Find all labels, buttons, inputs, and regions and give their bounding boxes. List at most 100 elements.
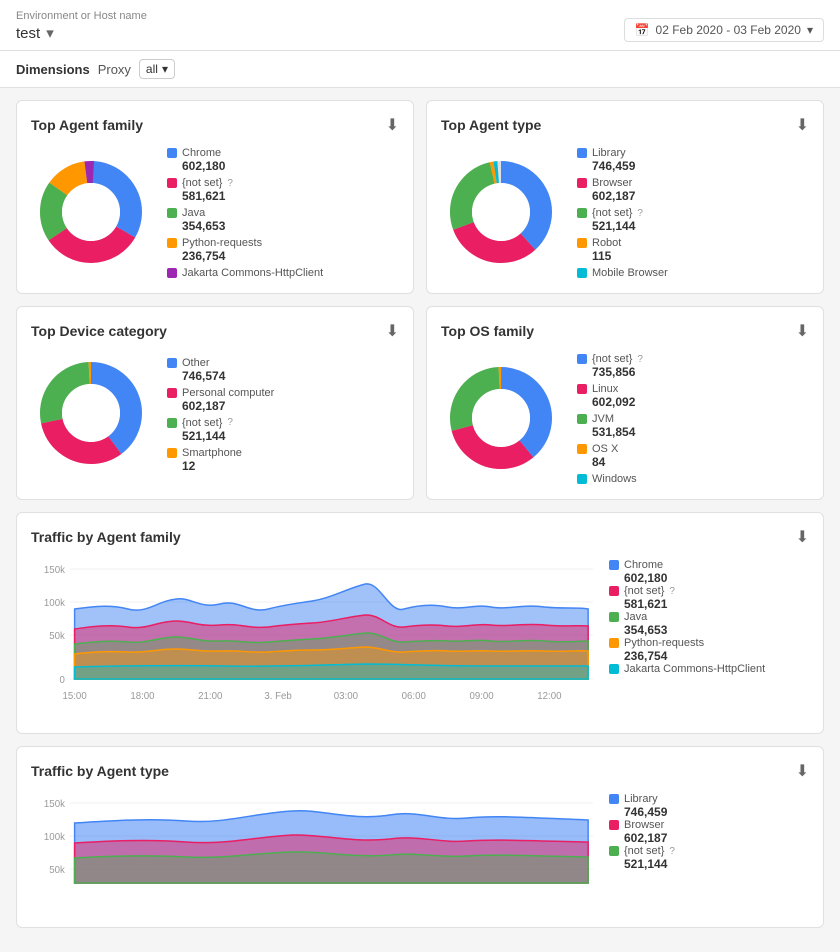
traffic-agent-family-legend: Chrome 602,180 {not set} ? 581,621 Jav	[609, 559, 809, 719]
legend-label-jvm: JVM	[592, 413, 614, 425]
legend-item-notset3: {not set} ? 521,144	[167, 417, 274, 443]
traffic-type-legend-label-browser: Browser	[624, 819, 664, 831]
legend-item-robot: Robot 115	[577, 237, 668, 263]
legend-item-other: Other 746,574	[167, 357, 274, 383]
top-agent-family-content: Chrome 602,180 {not set} ? 581,621	[31, 147, 399, 279]
legend-label-notset2: {not set}	[592, 207, 632, 219]
legend-value-notset3: 521,144	[167, 429, 274, 443]
env-label: Environment or Host name	[16, 10, 147, 22]
legend-item-linux: Linux 602,092	[577, 383, 643, 409]
legend-item-osx: OS X 84	[577, 443, 643, 469]
traffic-type-legend-browser: Browser 602,187	[609, 819, 809, 845]
env-value: test	[16, 25, 40, 42]
legend-item-pc: Personal computer 602,187	[167, 387, 274, 413]
top-agent-family-donut	[31, 152, 151, 275]
all-filter-select[interactable]: all ▾	[139, 59, 175, 79]
traffic-type-legend-value-browser: 602,187	[609, 831, 809, 845]
legend-item-smartphone: Smartphone 12	[167, 447, 274, 473]
top-os-family-donut	[441, 358, 561, 481]
header: Environment or Host name test ▾ 📅 02 Feb…	[0, 0, 840, 51]
legend-label-other: Other	[182, 357, 210, 369]
svg-text:150k: 150k	[44, 799, 65, 810]
legend-label-browser: Browser	[592, 177, 632, 189]
legend-label-python: Python-requests	[182, 237, 262, 249]
notset-os-help-icon: ?	[637, 354, 643, 365]
top-agent-type-card: Top Agent type ⬇	[426, 100, 824, 294]
traffic-agent-type-download-button[interactable]: ⬇	[796, 761, 809, 781]
dimensions-label: Dimensions	[16, 62, 90, 77]
top-os-family-title: Top OS family	[441, 323, 534, 339]
legend-value-osx: 84	[577, 455, 643, 469]
legend-item-jvm: JVM 531,854	[577, 413, 643, 439]
date-range-chevron-icon: ▾	[807, 23, 813, 37]
traffic-legend-jakarta: Jakarta Commons-HttpClient	[609, 663, 809, 675]
notset-help-icon: ?	[227, 178, 233, 189]
legend-label-smartphone: Smartphone	[182, 447, 242, 459]
legend-item-notset: {not set} ? 581,621	[167, 177, 323, 203]
traffic-legend-value-java: 354,653	[609, 623, 809, 637]
svg-text:15:00: 15:00	[62, 691, 87, 702]
svg-text:12:00: 12:00	[537, 691, 562, 702]
legend-label-notset-os: {not set}	[592, 353, 632, 365]
svg-text:3. Feb: 3. Feb	[264, 691, 292, 702]
legend-label-osx: OS X	[592, 443, 618, 455]
env-selector[interactable]: Environment or Host name test ▾	[16, 10, 147, 42]
legend-item-windows: Windows	[577, 473, 643, 485]
top-agent-type-content: Library 746,459 Browser 602,187	[441, 147, 809, 279]
svg-text:50k: 50k	[49, 865, 65, 876]
legend-item-java: Java 354,653	[167, 207, 323, 233]
top-os-family-download-button[interactable]: ⬇	[796, 321, 809, 341]
traffic-legend-label-python: Python-requests	[624, 637, 704, 649]
legend-item-python: Python-requests 236,754	[167, 237, 323, 263]
legend-label-jakarta: Jakarta Commons-HttpClient	[182, 267, 323, 279]
top-device-category-card: Top Device category ⬇	[16, 306, 414, 500]
toolbar: Dimensions Proxy all ▾	[0, 51, 840, 88]
legend-value-notset2: 521,144	[577, 219, 668, 233]
legend-value-pc: 602,187	[167, 399, 274, 413]
notset2-help-icon: ?	[637, 208, 643, 219]
date-range-selector[interactable]: 📅 02 Feb 2020 - 03 Feb 2020 ▾	[624, 18, 824, 42]
legend-item-library: Library 746,459	[577, 147, 668, 173]
legend-value-smartphone: 12	[167, 459, 274, 473]
traffic-type-legend-library: Library 746,459	[609, 793, 809, 819]
top-agent-type-download-button[interactable]: ⬇	[796, 115, 809, 135]
svg-text:03:00: 03:00	[334, 691, 359, 702]
top-os-family-legend: {not set} ? 735,856 Linux 602,092	[577, 353, 643, 485]
traffic-legend-chrome: Chrome 602,180	[609, 559, 809, 585]
traffic-type-legend-label-library: Library	[624, 793, 658, 805]
top-agent-family-title: Top Agent family	[31, 117, 143, 133]
svg-text:06:00: 06:00	[402, 691, 427, 702]
traffic-legend-label-notset: {not set}	[624, 585, 664, 597]
top-device-category-legend: Other 746,574 Personal computer 602,187	[167, 357, 274, 473]
top-agent-family-legend: Chrome 602,180 {not set} ? 581,621	[167, 147, 323, 279]
traffic-legend-value-chrome: 602,180	[609, 571, 809, 585]
legend-value-library: 746,459	[577, 159, 668, 173]
top-agent-type-donut	[441, 152, 561, 275]
traffic-agent-family-download-button[interactable]: ⬇	[796, 527, 809, 547]
svg-text:150k: 150k	[44, 565, 65, 576]
legend-label-mobile-browser: Mobile Browser	[592, 267, 668, 279]
top-device-category-download-button[interactable]: ⬇	[386, 321, 399, 341]
legend-item-mobile-browser: Mobile Browser	[577, 267, 668, 279]
top-agent-family-download-button[interactable]: ⬇	[386, 115, 399, 135]
legend-value-python: 236,754	[167, 249, 323, 263]
env-dropdown-icon[interactable]: ▾	[46, 24, 54, 42]
traffic-agent-type-card: Traffic by Agent type ⬇ 150k 100k 50k	[16, 746, 824, 928]
traffic-notset-help-icon: ?	[669, 586, 675, 597]
traffic-legend-label-chrome: Chrome	[624, 559, 663, 571]
legend-label-pc: Personal computer	[182, 387, 274, 399]
legend-label-notset3: {not set}	[182, 417, 222, 429]
legend-value-other: 746,574	[167, 369, 274, 383]
traffic-legend-value-python: 236,754	[609, 649, 809, 663]
top-os-family-card: Top OS family ⬇	[426, 306, 824, 500]
proxy-label: Proxy	[98, 62, 131, 77]
legend-label-robot: Robot	[592, 237, 621, 249]
traffic-agent-type-title: Traffic by Agent type	[31, 763, 169, 779]
legend-label-windows: Windows	[592, 473, 637, 485]
main-content: Top Agent family ⬇	[0, 88, 840, 952]
svg-text:50k: 50k	[49, 631, 65, 642]
legend-item-jakarta: Jakarta Commons-HttpClient	[167, 267, 323, 279]
notset3-help-icon: ?	[227, 417, 233, 428]
calendar-icon: 📅	[635, 23, 650, 37]
legend-value-java: 354,653	[167, 219, 323, 233]
